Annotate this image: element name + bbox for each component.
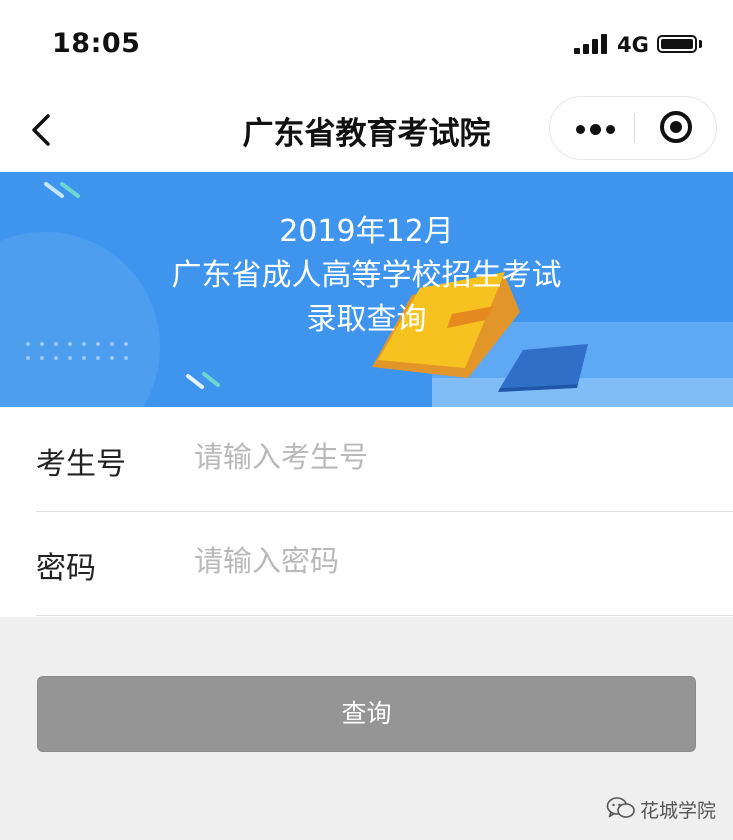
status-time: 18:05 [52,28,141,59]
nav-bar: 广东省教育考试院 [0,88,733,172]
battery-tip [699,40,702,48]
close-button[interactable] [635,97,717,159]
password-row: 密码 [36,511,733,616]
chevron-left-icon [32,114,50,146]
banner-subtitle: 录取查询 [306,302,427,337]
battery-icon [657,35,697,53]
banner: 2019年12月 广东省成人高等学校招生考试 录取查询 [0,172,733,407]
more-dots-icon [576,125,585,134]
page-title: 广东省教育考试院 [242,116,491,152]
back-button[interactable] [18,100,66,160]
status-bar: 18:05 4G [0,0,733,88]
wechat-icon [606,797,635,818]
more-button[interactable] [550,97,634,159]
mini-program-capsule [549,96,717,160]
password-label: 密码 [36,551,96,586]
exam-id-row: 考生号 [36,407,733,512]
password-input[interactable] [194,535,694,587]
banner-date: 2019年12月 [279,214,454,249]
query-button[interactable]: 查询 [37,676,696,752]
network-type: 4G [617,33,649,57]
exam-id-input[interactable] [194,431,694,483]
watermark-text: 花城学院 [640,800,717,822]
login-form: 考生号 密码 [0,407,733,617]
banner-exam-name: 广东省成人高等学校招生考试 [171,258,562,293]
exam-id-label: 考生号 [36,447,126,482]
signal-strength-icon [574,34,608,54]
